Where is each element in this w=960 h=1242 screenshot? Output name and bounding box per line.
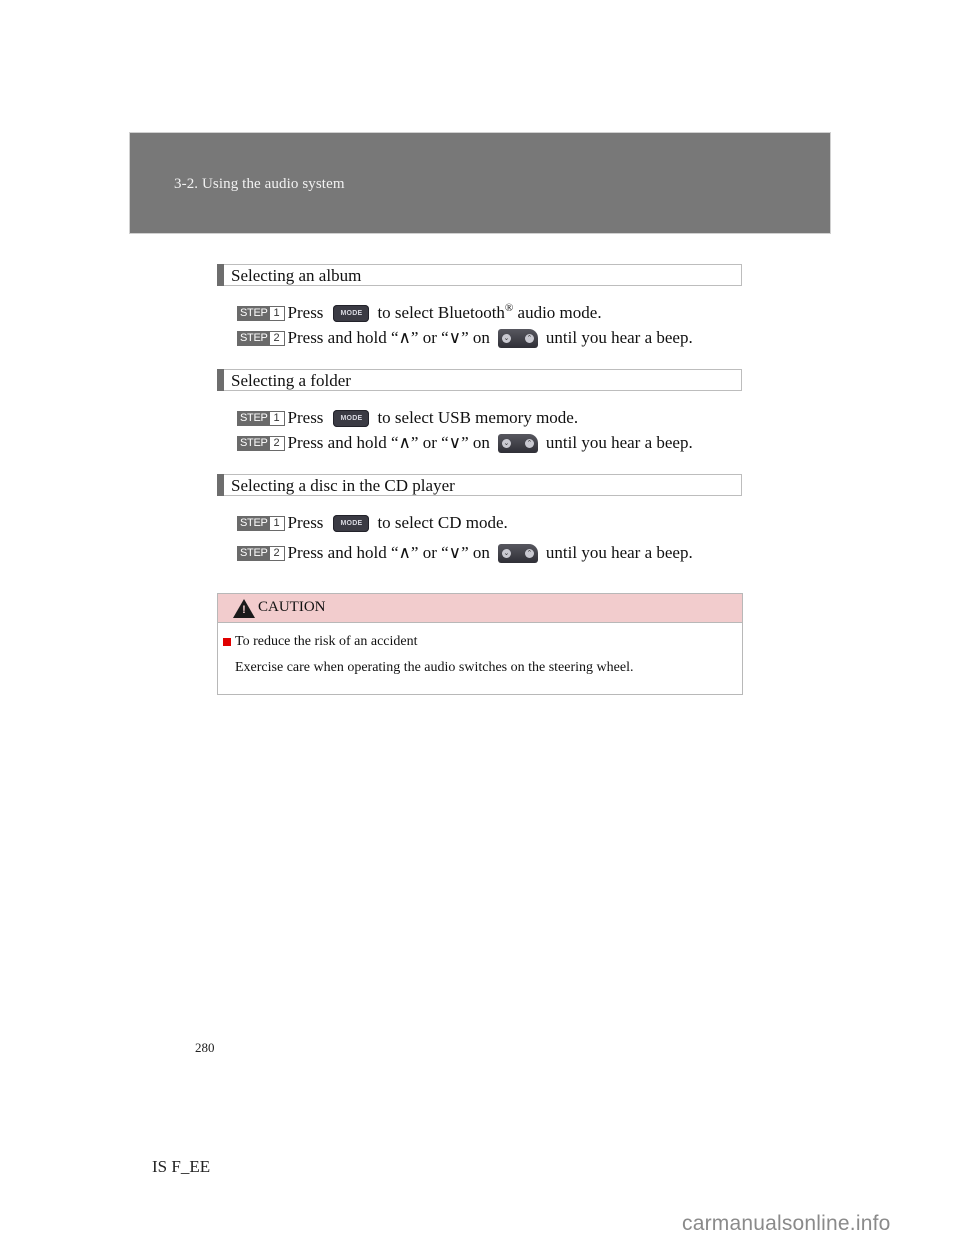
seek-down-icon: ⌄	[501, 333, 511, 343]
album-step-2: STEP 2 Press and hold “∧” or “∨” on ⌄ ⌃ …	[237, 328, 693, 348]
mode-button-icon: MODE	[333, 514, 370, 532]
step-text-prefix: Press	[287, 303, 324, 322]
step-text-suffix: to select CD mode.	[377, 513, 508, 532]
seek-down-icon: ⌄	[501, 548, 511, 558]
seek-switch-icon: ⌄ ⌃	[497, 543, 538, 563]
folder-step-2: STEP 2 Press and hold “∧” or “∨” on ⌄ ⌃ …	[237, 433, 693, 453]
cd-step-1: STEP 1 Press MODE to select CD mode.	[237, 513, 508, 533]
step-badge: STEP 2	[237, 330, 285, 346]
section-heading-cd-disc: Selecting a disc in the CD player	[217, 474, 742, 496]
section-heading-text: Selecting a disc in the CD player	[231, 476, 455, 495]
seek-up-icon: ⌃	[524, 438, 534, 448]
section-heading-marker	[217, 474, 224, 496]
step-badge: STEP 1	[237, 305, 285, 321]
step-badge: STEP 1	[237, 410, 285, 426]
step-text-suffix: until you hear a beep.	[545, 543, 693, 562]
document-code: IS F_EE	[152, 1157, 211, 1176]
mode-button-icon: MODE	[333, 409, 370, 427]
step-text-suffix: to select USB memory mode.	[377, 408, 579, 427]
section-heading-marker	[217, 264, 224, 286]
caution-header: ! CAUTION	[218, 594, 742, 623]
warning-triangle-icon: !	[233, 599, 255, 618]
cd-step-2: STEP 2 Press and hold “∧” or “∨” on ⌄ ⌃ …	[237, 543, 693, 563]
section-heading-text: Selecting a folder	[231, 371, 351, 390]
section-heading-album: Selecting an album	[217, 264, 742, 286]
chapter-section-title: 3-2. Using the audio system	[174, 176, 345, 192]
step-badge: STEP 2	[237, 435, 285, 451]
step-text-prefix: Press and hold “∧” or “∨” on	[287, 433, 490, 452]
step-text-prefix: Press	[287, 513, 324, 532]
section-heading-text: Selecting an album	[231, 266, 362, 285]
folder-step-1: STEP 1 Press MODE to select USB memory m…	[237, 408, 578, 428]
step-text-prefix: Press and hold “∧” or “∨” on	[287, 328, 490, 347]
seek-switch-icon: ⌄ ⌃	[497, 328, 538, 348]
caution-title: CAUTION	[258, 599, 326, 615]
section-heading-marker	[217, 369, 224, 391]
mode-button-icon: MODE	[333, 304, 370, 322]
watermark: carmanualsonline.info	[682, 1212, 891, 1235]
seek-down-icon: ⌄	[501, 438, 511, 448]
step-text-suffix: until you hear a beep.	[545, 328, 693, 347]
step-text-prefix: Press and hold “∧” or “∨” on	[287, 543, 490, 562]
section-heading-folder: Selecting a folder	[217, 369, 742, 391]
step-badge: STEP 2	[237, 545, 285, 561]
seek-switch-icon: ⌄ ⌃	[497, 433, 538, 453]
seek-up-icon: ⌃	[524, 548, 534, 558]
seek-up-icon: ⌃	[524, 333, 534, 343]
step-text-prefix: Press	[287, 408, 324, 427]
step-text-suffix: until you hear a beep.	[545, 433, 693, 452]
album-step-1: STEP 1 Press MODE to select Bluetooth® a…	[237, 303, 602, 323]
step-text-suffix: to select Bluetooth® audio mode.	[377, 302, 602, 323]
chapter-header-bar: 3-2. Using the audio system	[129, 132, 831, 234]
caution-item-title: To reduce the risk of an accident	[223, 634, 418, 650]
red-square-bullet-icon	[223, 638, 231, 646]
caution-item-body: Exercise care when operating the audio s…	[235, 660, 634, 675]
caution-box: ! CAUTION To reduce the risk of an accid…	[217, 593, 743, 695]
page-number: 280	[195, 1040, 215, 1055]
step-badge: STEP 1	[237, 515, 285, 531]
